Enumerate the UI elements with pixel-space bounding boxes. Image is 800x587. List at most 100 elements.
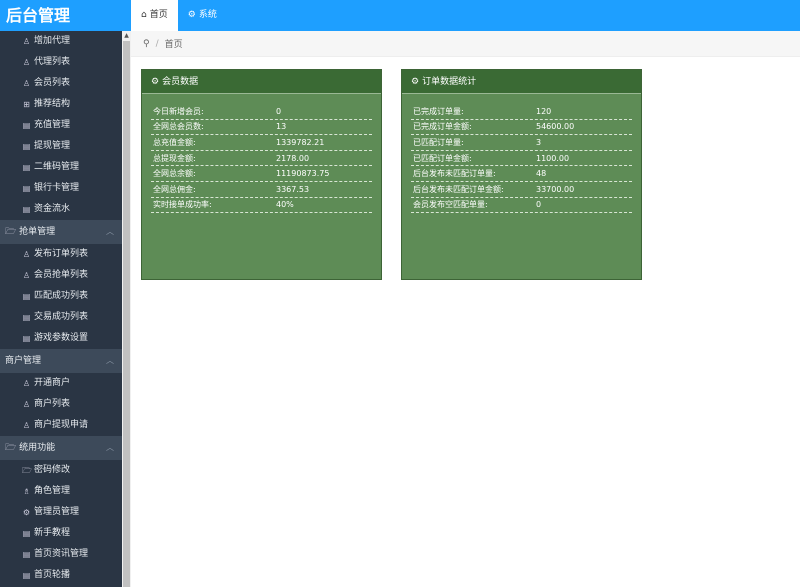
stat-label: 全网总余额: (153, 169, 196, 179)
sidebar-item-label: 匹配成功列表 (34, 291, 89, 301)
scroll-up-arrow-icon[interactable]: ▲ (122, 31, 131, 40)
stat-row: 后台发布未匹配订单金额: 33700.00 (411, 182, 632, 198)
stat-label: 会员发布空匹配单量: (413, 200, 488, 210)
tab-home-label: 首页 (149, 10, 168, 20)
sidebar: ♙ 增加代理 ♙ 代理列表 ♙ 会员列表 ⊞ 推荐结构 ▤ 充值管理 ▤ 提现管理 ▤ 二维码… (0, 31, 122, 587)
sidebar-item-label: 新手教程 (34, 528, 71, 538)
doc-icon: ▤ (22, 550, 31, 559)
stat-label: 今日新增会员: (153, 106, 204, 116)
doc-icon: ▤ (22, 571, 31, 580)
sidebar-group-merchants[interactable]: 商户管理 ︿ (0, 349, 122, 373)
sidebar-item-fund-flow[interactable]: ▤ 资金流水 (0, 199, 122, 220)
sidebar-item-label: 会员抢单列表 (34, 270, 89, 280)
stat-label: 实时接单成功率: (153, 200, 212, 210)
scroll-thumb[interactable] (123, 41, 130, 587)
breadcrumb-home[interactable]: 首页 (165, 37, 183, 50)
sidebar-item-recharge[interactable]: ▤ 充值管理 (0, 115, 122, 136)
sidebar-scrollbar[interactable]: ▲ (122, 31, 131, 587)
stat-value: 120 (536, 106, 552, 116)
sidebar-item-label: 商户提现申请 (34, 420, 89, 430)
sidebar-item-agent-list[interactable]: ♙ 代理列表 (0, 52, 122, 73)
home-icon: ⌂ (141, 10, 147, 20)
doc-icon: ▤ (22, 184, 31, 193)
tab-system[interactable]: ⚙ 系统 (178, 0, 227, 31)
grid-icon: ⊞ (23, 100, 30, 109)
gear-icon: ⚙ (187, 10, 196, 20)
stat-value: 11190873.75 (276, 169, 330, 179)
user-icon: ♙ (22, 271, 31, 280)
sidebar-item-label: 首页资讯管理 (34, 549, 89, 559)
sidebar-item-member-grabs[interactable]: ♙ 会员抢单列表 (0, 265, 122, 286)
stat-label: 总充值金额: (153, 137, 196, 147)
sidebar-item-open-merchant[interactable]: ♙ 开通商户 (0, 373, 122, 394)
user-icon: ♙ (22, 37, 31, 46)
sidebar-item-label: 二维码管理 (34, 162, 80, 172)
sidebar-item-publish-orders[interactable]: ♙ 发布订单列表 (0, 244, 122, 265)
sidebar-item-qrcode[interactable]: ▤ 二维码管理 (0, 157, 122, 178)
gear-icon: ⚙ (411, 76, 420, 87)
sidebar-item-roles[interactable]: ♗ 角色管理 (0, 481, 122, 502)
sidebar-item-label: 交易成功列表 (34, 312, 89, 322)
sidebar-item-referral[interactable]: ⊞ 推荐结构 (0, 94, 122, 115)
stat-value: 48 (536, 169, 547, 179)
user-icon: ♙ (22, 400, 31, 409)
sidebar-item-label: 推荐结构 (34, 99, 71, 109)
sidebar-item-merchant-list[interactable]: ♙ 商户列表 (0, 394, 122, 415)
stat-row: 总充值金额: 1339782.21 (151, 135, 372, 151)
member-data-panel: ⚙ 会员数据 今日新增会员: 0 全网总会员数: 13 总充值金额: 1339782.… (141, 69, 382, 280)
stat-row: 已匹配订单量: 3 (411, 135, 632, 151)
sidebar-item-label: 商户列表 (34, 399, 71, 409)
tab-home[interactable]: ⌂ 首页 (131, 0, 178, 31)
sidebar-item-label: 增加代理 (34, 36, 71, 46)
sidebar-group-common[interactable]: 🗁 统用功能 ︿ (0, 436, 122, 460)
sidebar-item-password[interactable]: 🗁 密码修改 (0, 460, 122, 481)
gear-icon: ⚙ (22, 508, 31, 517)
user-icon: ♙ (22, 421, 31, 430)
stat-row: 总提现金额: 2178.00 (151, 151, 372, 167)
tab-system-label: 系统 (198, 10, 217, 20)
panel-header: ⚙ 订单数据统计 (402, 70, 641, 94)
app-logo: 后台管理 (0, 0, 131, 31)
user-icon: ♙ (22, 79, 31, 88)
stat-value: 0 (276, 106, 282, 116)
sidebar-item-add-agent[interactable]: ♙ 增加代理 (0, 31, 122, 52)
folder-icon: 🗁 (5, 227, 17, 237)
stat-value: 13 (276, 122, 287, 132)
sidebar-item-game-settings[interactable]: ▤ 游戏参数设置 (0, 328, 122, 349)
sidebar-item-member-list[interactable]: ♙ 会员列表 (0, 73, 122, 94)
sidebar-item-label: 会员列表 (34, 78, 71, 88)
stat-value: 0 (536, 200, 542, 210)
sidebar-item-withdraw[interactable]: ▤ 提现管理 (0, 136, 122, 157)
stat-value: 40% (276, 200, 294, 210)
folder-icon: 🗁 (22, 466, 32, 475)
stat-label: 已完成订单金额: (413, 122, 472, 132)
sidebar-item-bankcard[interactable]: ▤ 银行卡管理 (0, 178, 122, 199)
sidebar-item-carousel[interactable]: ▤ 首页轮播 (0, 565, 122, 586)
user-icon: ♙ (22, 58, 31, 67)
sidebar-item-label: 发布订单列表 (34, 249, 89, 259)
chevron-up-icon: ︿ (106, 443, 114, 452)
stat-row: 后台发布未匹配订单量: 48 (411, 166, 632, 182)
sidebar-item-success[interactable]: ▤ 交易成功列表 (0, 307, 122, 328)
sidebar-item-matched[interactable]: ▤ 匹配成功列表 (0, 286, 122, 307)
sidebar-item-label: 充值管理 (34, 120, 71, 130)
sidebar-item-tutorial[interactable]: ▤ 新手教程 (0, 523, 122, 544)
panel-title: 会员数据 (162, 76, 199, 87)
stat-value: 2178.00 (276, 153, 310, 163)
stat-row: 全网总佣金: 3367.53 (151, 182, 372, 198)
doc-icon: ▤ (22, 205, 31, 214)
stat-label: 总提现金额: (153, 153, 196, 163)
doc-icon: ▤ (22, 334, 31, 343)
sidebar-item-admins[interactable]: ⚙ 管理员管理 (0, 502, 122, 523)
sidebar-group-orders[interactable]: 🗁 抢单管理 ︿ (0, 220, 122, 244)
sidebar-item-label: 管理员管理 (34, 507, 80, 517)
location-pin-icon: ⚲ (143, 38, 150, 49)
sidebar-item-label: 提现管理 (34, 141, 71, 151)
doc-icon: ▤ (22, 313, 31, 322)
stat-row: 全网总会员数: 13 (151, 120, 372, 136)
sidebar-item-news[interactable]: ▤ 首页资讯管理 (0, 544, 122, 565)
stat-label: 已匹配订单量: (413, 137, 464, 147)
user-icon: ♙ (22, 250, 31, 259)
sidebar-item-merchant-withdraw[interactable]: ♙ 商户提现申请 (0, 415, 122, 436)
sidebar-item-label: 银行卡管理 (34, 183, 80, 193)
